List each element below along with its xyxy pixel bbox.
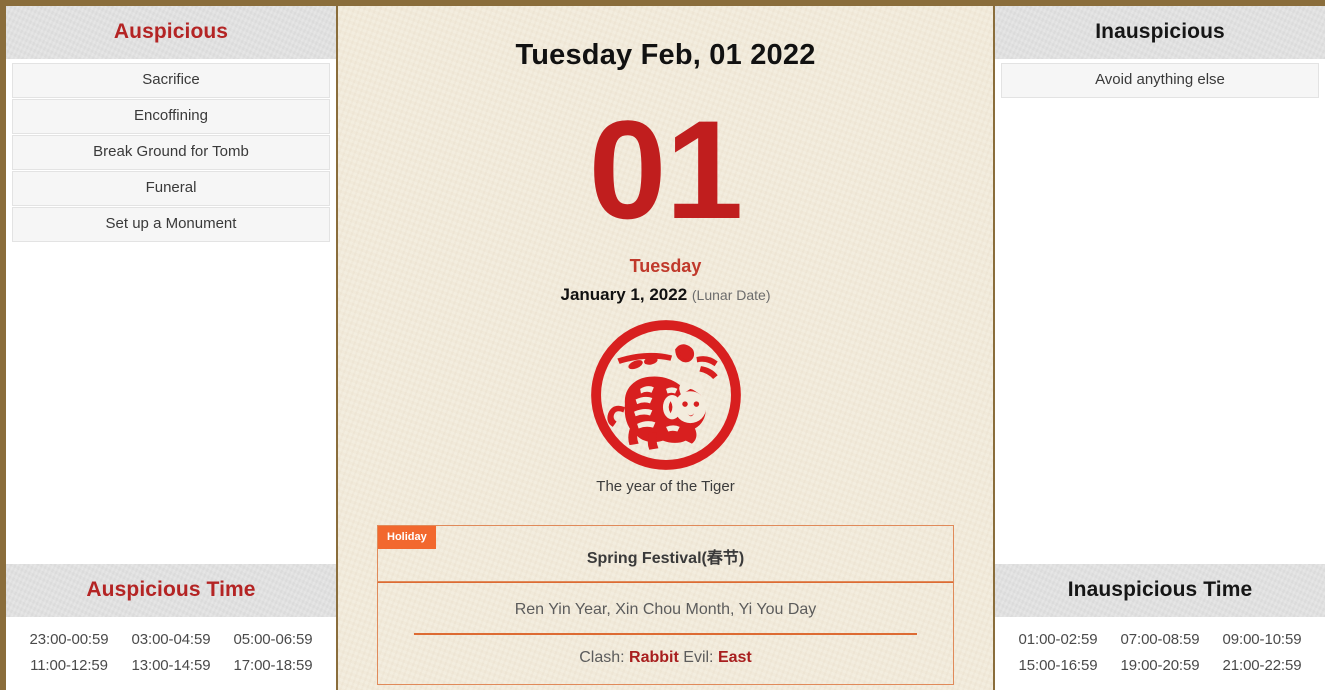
- list-item[interactable]: Avoid anything else: [1001, 63, 1319, 98]
- list-item[interactable]: Set up a Monument: [12, 207, 330, 242]
- time-slot: 05:00-06:59: [233, 631, 313, 648]
- time-slot: 01:00-02:59: [1018, 631, 1098, 648]
- time-slot: 15:00-16:59: [1018, 657, 1098, 674]
- page-title: Tuesday Feb, 01 2022: [515, 39, 816, 71]
- auspicious-time-grid: 23:00-00:59 03:00-04:59 05:00-06:59 11:0…: [6, 617, 336, 690]
- list-item[interactable]: Funeral: [12, 171, 330, 206]
- inauspicious-time-grid: 01:00-02:59 07:00-08:59 09:00-10:59 15:0…: [995, 617, 1325, 690]
- auspicious-title: Auspicious: [6, 6, 336, 59]
- weekday-label: Tuesday: [629, 256, 702, 276]
- time-slot: 11:00-12:59: [30, 657, 108, 674]
- time-slot: 17:00-18:59: [233, 657, 313, 674]
- zodiac-image-wrap: [338, 319, 993, 471]
- lunar-date-line: January 1, 2022 (Lunar Date): [338, 285, 993, 305]
- time-slot: 23:00-00:59: [29, 631, 109, 648]
- auspicious-time-title: Auspicious Time: [6, 564, 336, 617]
- time-slot: 03:00-04:59: [131, 631, 211, 648]
- zodiac-caption: The year of the Tiger: [596, 478, 735, 495]
- inauspicious-time-title: Inauspicious Time: [995, 564, 1325, 617]
- auspicious-top-block: Auspicious Sacrifice Encoffining Break G…: [6, 6, 336, 245]
- lunar-detail-box: Ren Yin Year, Xin Chou Month, Yi You Day…: [377, 581, 954, 685]
- day-number: 01: [588, 91, 744, 248]
- divider: [414, 633, 917, 635]
- list-item[interactable]: Sacrifice: [12, 63, 330, 98]
- calendar-main-panel: Tuesday Feb, 01 2022 01 Tuesday January …: [338, 6, 993, 690]
- inauspicious-top-block: Inauspicious Avoid anything else: [995, 6, 1325, 101]
- auspicious-panel: Auspicious Sacrifice Encoffining Break G…: [6, 6, 338, 690]
- inauspicious-panel: Inauspicious Avoid anything else Inauspi…: [993, 6, 1325, 690]
- list-item[interactable]: Encoffining: [12, 99, 330, 134]
- evil-prefix: Evil:: [678, 649, 718, 666]
- time-slot: 19:00-20:59: [1120, 657, 1200, 674]
- festival-name: Spring Festival(春节): [586, 550, 745, 567]
- inauspicious-time-block: Inauspicious Time 01:00-02:59 07:00-08:5…: [995, 564, 1325, 690]
- evil-value: East: [717, 649, 752, 666]
- auspicious-list: Sacrifice Encoffining Break Ground for T…: [6, 59, 336, 245]
- festival-box: Holiday Spring Festival(春节): [377, 525, 954, 582]
- inauspicious-list: Avoid anything else: [995, 59, 1325, 101]
- clash-prefix: Clash:: [579, 649, 630, 666]
- festival-area: Holiday Spring Festival(春节) Ren Yin Year…: [377, 525, 954, 685]
- list-item[interactable]: Break Ground for Tomb: [12, 135, 330, 170]
- holiday-badge: Holiday: [378, 526, 436, 549]
- tiger-papercut-icon: [590, 320, 741, 470]
- lunar-date-value: January 1, 2022: [560, 285, 688, 304]
- clash-value: Rabbit: [629, 649, 679, 666]
- lunar-date-note: (Lunar Date): [691, 287, 771, 303]
- inauspicious-title: Inauspicious: [995, 6, 1325, 59]
- time-slot: 09:00-10:59: [1222, 631, 1302, 648]
- clash-line: Clash: Rabbit Evil: East: [396, 649, 935, 667]
- calendar-page: Auspicious Sacrifice Encoffining Break G…: [6, 6, 1325, 690]
- time-slot: 07:00-08:59: [1120, 631, 1200, 648]
- time-slot: 21:00-22:59: [1222, 657, 1302, 674]
- auspicious-time-block: Auspicious Time 23:00-00:59 03:00-04:59 …: [6, 564, 336, 690]
- ganzhi-line: Ren Yin Year, Xin Chou Month, Yi You Day: [514, 601, 817, 618]
- time-slot: 13:00-14:59: [131, 657, 211, 674]
